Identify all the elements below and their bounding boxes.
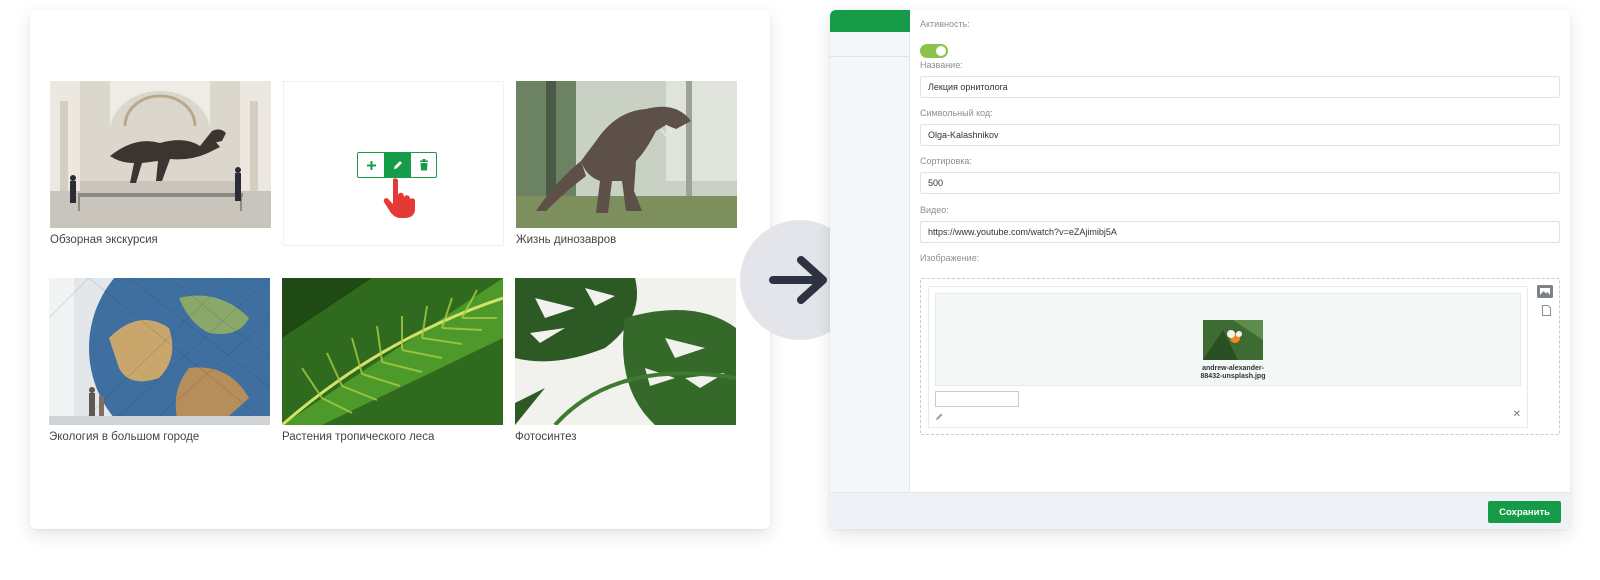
plus-icon [366, 160, 376, 170]
file-icon[interactable] [1542, 305, 1551, 316]
gallery-card[interactable]: Растения тропического леса [282, 278, 503, 443]
card-toolbar [357, 152, 437, 178]
pencil-icon [393, 161, 402, 169]
add-button[interactable] [358, 153, 384, 177]
name-input[interactable]: Лекция орнитолога [920, 76, 1560, 98]
edit-form-panel: Активность: Название: Лекция орнитолога … [830, 10, 1570, 529]
image-description-input[interactable] [935, 391, 1019, 407]
gallery-card[interactable]: Жизнь динозавров [516, 81, 737, 246]
hand-cursor-icon [383, 178, 415, 218]
sidebar-divider [830, 56, 910, 57]
gallery-panel: Обзорная экскурсия Жизнь динозавров Экол… [30, 10, 770, 529]
sort-input[interactable]: 500 [920, 172, 1560, 194]
name-label: Название: [920, 60, 963, 70]
gallery-caption: Фотосинтез [515, 431, 577, 443]
video-input[interactable]: https://www.youtube.com/watch?v=eZAjimib… [920, 221, 1560, 243]
sidebar-tab-active[interactable] [830, 10, 910, 32]
image-upload-icon[interactable] [1537, 285, 1553, 298]
activity-label: Активность: [920, 19, 970, 29]
save-button[interactable]: Сохранить [1488, 501, 1561, 523]
gallery-caption: Обзорная экскурсия [50, 234, 158, 246]
activity-toggle[interactable] [920, 44, 948, 58]
code-input[interactable]: Olga-Kalashnikov [920, 124, 1560, 146]
gallery-image[interactable] [515, 278, 736, 425]
gallery-caption: Растения тропического леса [282, 431, 435, 443]
image-filename-line1: andrew-alexander- [1202, 365, 1264, 372]
image-filename-line2: 88432-unsplash.jpg [1200, 373, 1266, 380]
form-sidebar [830, 10, 910, 492]
gallery-card[interactable]: Экология в большом городе [49, 278, 270, 443]
trash-icon [419, 159, 428, 171]
gallery-card-empty[interactable] [283, 81, 504, 246]
sort-label: Сортировка: [920, 156, 972, 166]
pencil-icon[interactable] [935, 412, 944, 421]
gallery-image[interactable] [50, 81, 271, 228]
gallery-caption: Экология в большом городе [49, 431, 200, 443]
image-preview[interactable]: andrew-alexander- 88432-unsplash.jpg [935, 293, 1521, 386]
code-label: Символьный код: [920, 108, 993, 118]
gallery-image[interactable] [282, 278, 503, 425]
video-label: Видео: [920, 205, 949, 215]
gallery-card[interactable]: Фотосинтез [515, 278, 736, 443]
delete-button[interactable] [410, 153, 436, 177]
image-filename: andrew-alexander- 88432-unsplash.jpg [1156, 365, 1310, 381]
image-dropzone[interactable]: andrew-alexander- 88432-unsplash.jpg ✕ [920, 278, 1560, 435]
gallery-card[interactable]: Обзорная экскурсия [50, 81, 271, 246]
image-item: andrew-alexander- 88432-unsplash.jpg ✕ [928, 286, 1528, 428]
close-icon[interactable]: ✕ [1513, 409, 1521, 420]
gallery-image[interactable] [516, 81, 737, 228]
image-thumbnail[interactable] [1203, 320, 1263, 360]
arrow-right-icon [769, 256, 827, 304]
gallery-caption: Жизнь динозавров [516, 234, 617, 246]
image-label: Изображение: [920, 253, 980, 263]
gallery-image[interactable] [49, 278, 270, 425]
toggle-knob [936, 46, 946, 56]
edit-button[interactable] [384, 153, 410, 177]
form-footer: Сохранить [830, 492, 1570, 529]
